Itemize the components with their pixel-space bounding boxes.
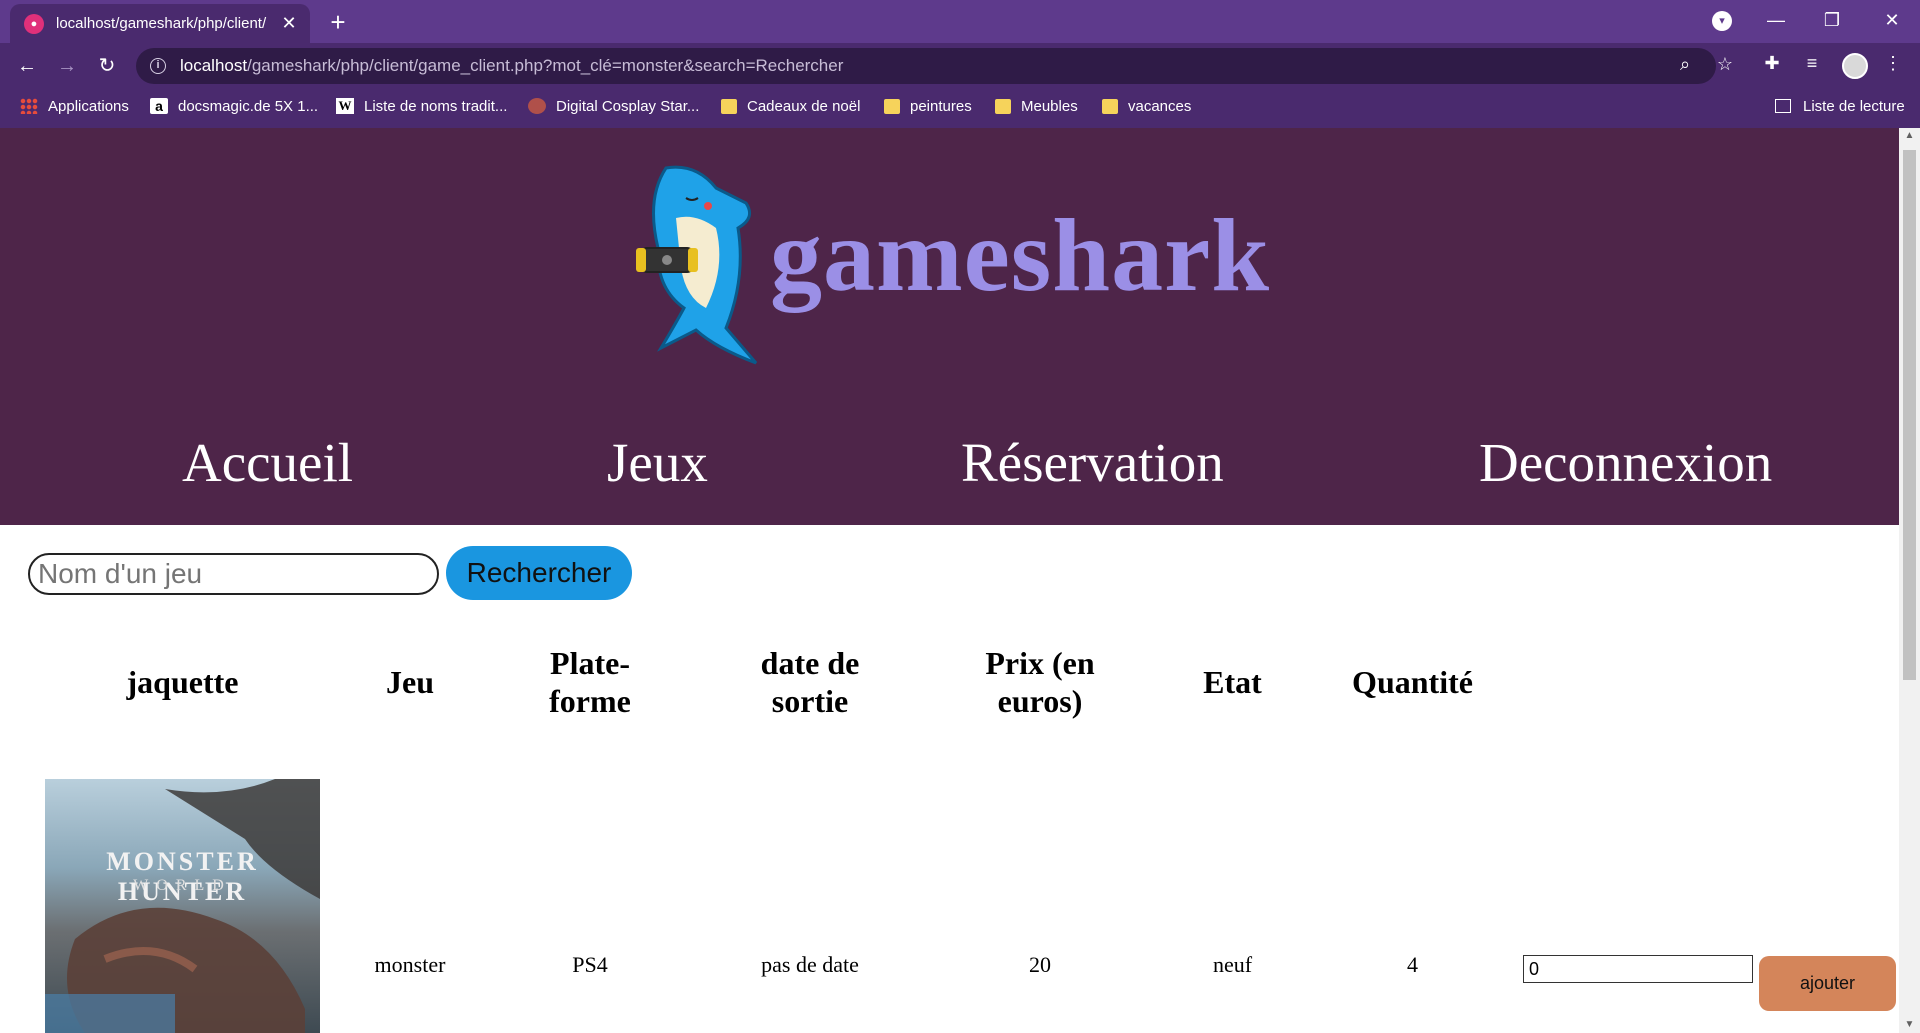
bookmark-cadeaux[interactable]: Cadeaux de noël [721, 89, 860, 123]
scroll-down-arrow-icon[interactable]: ▼ [1899, 1017, 1920, 1033]
bookmarks-bar: Applications a docsmagic.de 5X 1... W Li… [0, 89, 1920, 128]
site-info-icon[interactable]: i [150, 58, 166, 74]
site-header: gameshark Accueil Jeux Réservation Decon… [0, 128, 1899, 525]
bookmark-star-icon[interactable]: ☆ [1712, 54, 1738, 75]
cell-quantite: 4 [1407, 952, 1418, 977]
tab-title: localhost/gameshark/php/client/ [56, 15, 267, 32]
page-scrollbar[interactable]: ▲ ▼ [1899, 128, 1920, 1033]
tab-search-icon[interactable]: ▾ [1712, 11, 1732, 31]
zoom-icon[interactable]: ⌕ [1672, 54, 1698, 75]
folder-icon [995, 98, 1011, 114]
folder-icon [884, 98, 900, 114]
media-control-icon[interactable]: ≡ [1799, 53, 1825, 74]
wikipedia-icon: W [336, 98, 354, 114]
bookmark-label: Meubles [1021, 97, 1078, 115]
bookmark-peintures[interactable]: peintures [884, 89, 972, 123]
bookmark-label: Applications [48, 97, 129, 115]
cosplay-favicon-icon [528, 98, 546, 114]
column-header-jeu: Jeu [386, 664, 434, 700]
scroll-up-arrow-icon[interactable]: ▲ [1899, 128, 1920, 144]
bookmark-label: vacances [1128, 97, 1192, 115]
cell-date: pas de date [761, 952, 859, 977]
url-host: localhost [180, 56, 248, 75]
folder-icon [1102, 98, 1118, 114]
scrollbar-thumb[interactable] [1903, 150, 1916, 680]
column-header-etat: Etat [1203, 664, 1262, 700]
minimize-window-button[interactable]: — [1748, 0, 1804, 43]
browser-toolbar: ← → ↻ i localhost/gameshark/php/client/g… [0, 43, 1920, 89]
nav-reservation[interactable]: Réservation [961, 431, 1224, 494]
site-logo-text: gameshark [770, 198, 1271, 313]
bookmark-applications[interactable]: Applications [20, 89, 129, 123]
bookmark-label: Liste de noms tradit... [364, 97, 508, 115]
extensions-puzzle-icon[interactable]: ✚ [1759, 53, 1785, 74]
column-header-plateforme: Plate- forme [549, 645, 631, 719]
restore-window-button[interactable]: ❐ [1804, 0, 1860, 43]
cell-prix: 20 [1029, 952, 1051, 977]
reading-list-label: Liste de lecture [1803, 97, 1905, 115]
bookmark-label: Digital Cosplay Star... [556, 97, 700, 115]
cell-plateforme: PS4 [572, 952, 608, 977]
back-arrow-icon[interactable]: ← [12, 51, 42, 81]
close-tab-icon[interactable]: ✕ [278, 13, 300, 34]
column-header-date: date de sortie [760, 645, 860, 719]
nav-accueil[interactable]: Accueil [182, 431, 353, 494]
address-bar[interactable]: i localhost/gameshark/php/client/game_cl… [136, 48, 1733, 84]
add-to-cart-button[interactable]: ajouter [1759, 956, 1896, 1011]
bookmark-digital-cosplay[interactable]: Digital Cosplay Star... [528, 89, 699, 123]
reading-list-icon [1775, 99, 1791, 113]
reload-icon[interactable]: ↻ [92, 51, 122, 81]
bookmark-label: docsmagic.de 5X 1... [178, 97, 319, 115]
bookmark-liste-noms[interactable]: W Liste de noms tradit... [336, 89, 507, 123]
column-header-quantite: Quantité [1352, 664, 1473, 700]
search-input[interactable] [28, 553, 439, 595]
bookmark-vacances[interactable]: vacances [1102, 89, 1191, 123]
game-cover-image: MONSTER HUNTER WORLD [45, 779, 320, 1033]
close-window-button[interactable]: ✕ [1864, 0, 1920, 43]
page-content: gameshark Accueil Jeux Réservation Decon… [0, 128, 1899, 1033]
url-path: /gameshark/php/client/game_client.php?mo… [247, 56, 844, 75]
bookmark-docsmagic[interactable]: a docsmagic.de 5X 1... [150, 89, 318, 123]
forward-arrow-icon[interactable]: → [52, 51, 82, 81]
cell-etat: neuf [1212, 952, 1253, 977]
nav-jeux[interactable]: Jeux [607, 431, 708, 494]
new-tab-button[interactable]: + [322, 6, 354, 38]
bookmark-label: Cadeaux de noël [747, 97, 861, 115]
column-header-prix: Prix (en euros) [985, 645, 1095, 719]
cover-subtitle: WORLD [133, 877, 232, 894]
amazon-icon: a [150, 98, 168, 114]
browser-tab-bar: ● localhost/gameshark/php/client/ ✕ + ▾ … [0, 0, 1920, 43]
search-button[interactable]: Rechercher [446, 546, 632, 600]
profile-avatar[interactable] [1842, 53, 1868, 79]
bookmark-meubles[interactable]: Meubles [995, 89, 1078, 123]
shark-favicon-icon: ● [24, 13, 44, 34]
apps-grid-icon [20, 98, 38, 114]
quantity-input[interactable] [1523, 955, 1753, 983]
browser-tab[interactable]: ● localhost/gameshark/php/client/ ✕ [10, 4, 310, 43]
bookmark-label: peintures [910, 97, 972, 115]
menu-kebab-icon[interactable]: ⋮ [1880, 53, 1906, 74]
column-header-jaquette: jaquette [126, 664, 239, 700]
reading-list-button[interactable]: Liste de lecture [1775, 89, 1905, 123]
cell-jeu: monster [374, 952, 446, 977]
folder-icon [721, 98, 737, 114]
nav-deconnexion[interactable]: Deconnexion [1479, 431, 1772, 494]
